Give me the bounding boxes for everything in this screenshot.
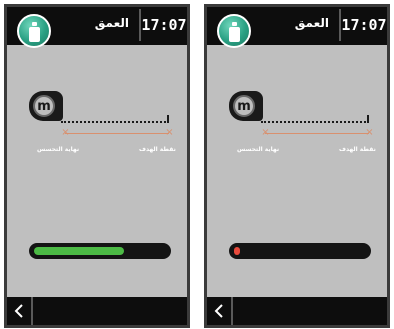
bottle-body [29, 27, 40, 42]
progress-bar [29, 243, 171, 259]
target-point-marker: × [365, 127, 374, 138]
bottle-icon[interactable] [217, 14, 251, 48]
device-screen: العمق 17:07 m × × نهاية التحسس نقطة الهد… [4, 4, 190, 328]
device-screen: العمق 17:07 m × × نهاية التحسس نقطة الهد… [204, 4, 390, 328]
page-title: العمق [94, 16, 129, 30]
bottle-body [229, 27, 240, 42]
page-title: العمق [294, 16, 329, 30]
tape-measure-line [61, 121, 169, 126]
footer-bar [207, 297, 387, 325]
back-button[interactable] [7, 297, 33, 325]
back-button[interactable] [207, 297, 233, 325]
bottle-cap [232, 22, 237, 26]
tape-unit-label: m [233, 95, 255, 117]
header-bar: العمق 17:07 [7, 7, 187, 48]
probe-end-label: نهاية التحسس [237, 146, 280, 153]
chevron-left-icon [214, 304, 223, 318]
progress-fill [234, 247, 240, 255]
tape-unit-label: m [33, 95, 55, 117]
probe-end-label: نهاية التحسس [37, 146, 80, 153]
footer-bar [7, 297, 187, 325]
chevron-left-icon [14, 304, 23, 318]
tape-end-mark [367, 115, 369, 123]
clock-time: 17:07 [339, 9, 387, 41]
tape-end-mark [167, 115, 169, 123]
target-point-label: نقطة الهدف [139, 146, 176, 153]
progress-fill [34, 247, 124, 255]
target-point-label: نقطة الهدف [339, 146, 376, 153]
progress-bar [229, 243, 371, 259]
depth-reference-line [65, 133, 169, 134]
clock-time: 17:07 [139, 9, 187, 41]
depth-reference-line [265, 133, 369, 134]
tape-measure-icon: m [29, 91, 63, 121]
bottle-cap [32, 22, 37, 26]
header-bar: العمق 17:07 [207, 7, 387, 48]
tape-measure-line [261, 121, 369, 126]
bottle-icon[interactable] [17, 14, 51, 48]
target-point-marker: × [165, 127, 174, 138]
tape-measure-icon: m [229, 91, 263, 121]
